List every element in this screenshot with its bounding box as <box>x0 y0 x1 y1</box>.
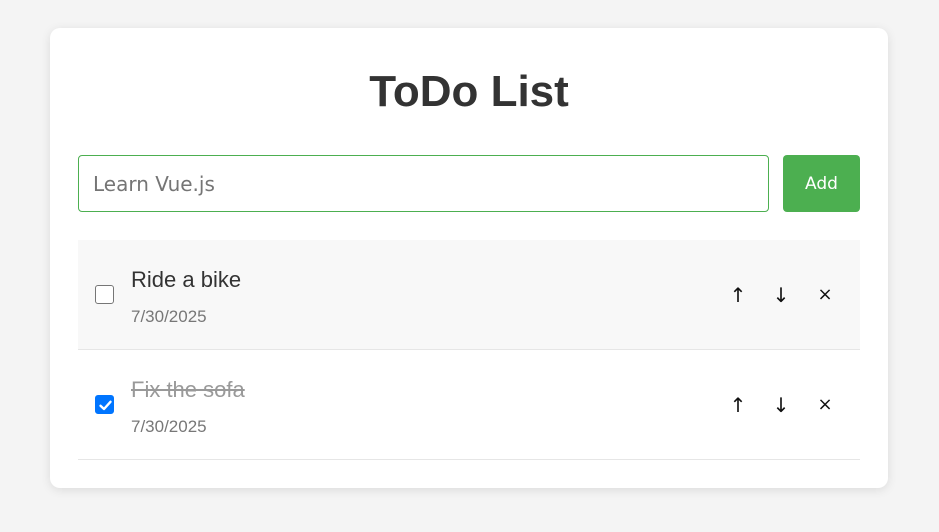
delete-button[interactable]: × <box>810 390 840 420</box>
new-todo-input[interactable] <box>78 155 769 212</box>
todo-checkbox[interactable] <box>95 395 114 414</box>
delete-button[interactable]: × <box>810 280 840 310</box>
checkmark-icon <box>99 400 112 411</box>
todo-item: Ride a bike 7/30/2025 ↑ ↓ × <box>78 240 860 350</box>
todo-text: Fix the sofa <box>131 377 245 402</box>
todo-card: ToDo List Add Ride a bike 7/30/2025 ↑ ↓ … <box>50 28 888 488</box>
todo-date: 7/30/2025 <box>131 307 207 326</box>
move-down-button[interactable]: ↓ <box>766 280 796 310</box>
page-title: ToDo List <box>369 67 569 116</box>
todo-text: Ride a bike <box>131 267 242 292</box>
todo-date: 7/30/2025 <box>131 417 207 436</box>
move-up-button[interactable]: ↑ <box>723 390 753 420</box>
add-button[interactable]: Add <box>783 155 860 212</box>
todo-checkbox[interactable] <box>95 285 114 304</box>
todo-list: Ride a bike 7/30/2025 ↑ ↓ × Fix the sofa… <box>78 240 860 460</box>
new-todo-row: Add <box>78 155 860 212</box>
todo-item: Fix the sofa 7/30/2025 ↑ ↓ × <box>78 350 860 460</box>
move-up-button[interactable]: ↑ <box>723 280 753 310</box>
move-down-button[interactable]: ↓ <box>766 390 796 420</box>
